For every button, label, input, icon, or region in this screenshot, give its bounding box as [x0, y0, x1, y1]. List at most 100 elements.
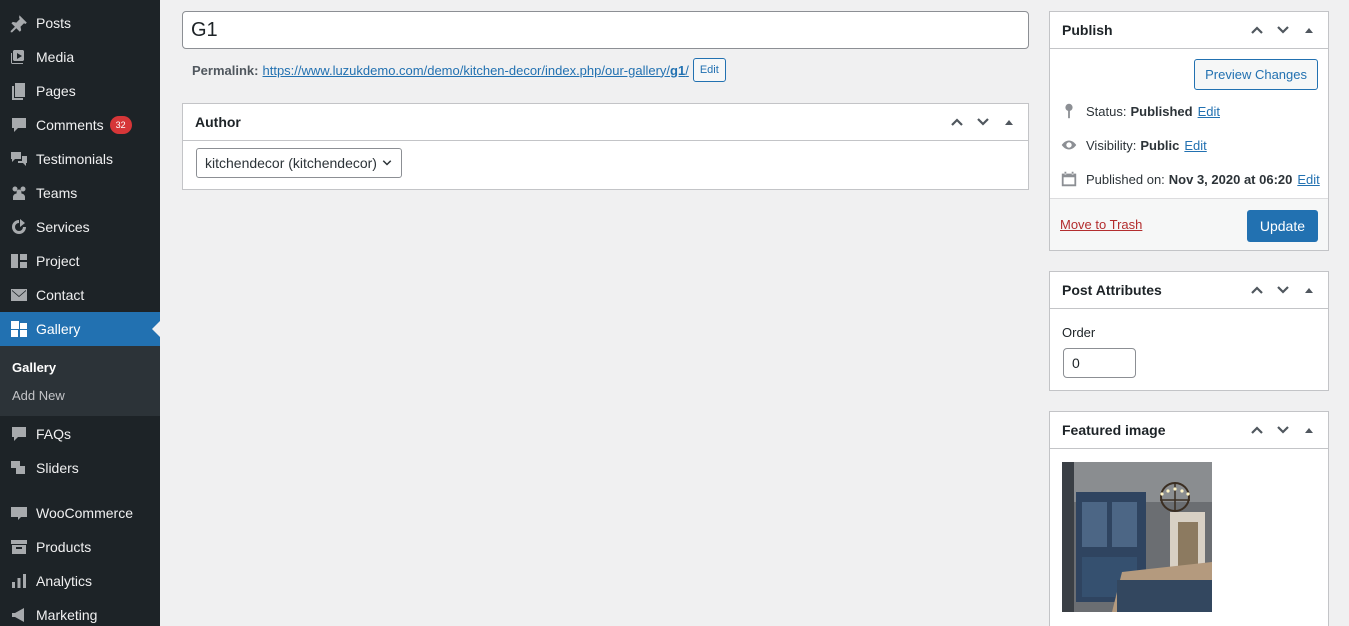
menu-label: Contact	[36, 287, 85, 303]
menu-item-contact[interactable]: Contact	[0, 278, 160, 312]
menu-item-testimonials[interactable]: Testimonials	[0, 142, 160, 176]
move-down-button[interactable]	[1270, 12, 1296, 48]
post-attributes-metabox: Post Attributes Order 0	[1049, 271, 1329, 391]
triangle-up-icon	[1005, 120, 1013, 125]
move-up-button[interactable]	[1244, 272, 1270, 308]
menu-label: Sliders	[36, 460, 79, 476]
triangle-up-icon	[1305, 428, 1313, 433]
calendar-icon	[1060, 170, 1086, 188]
megaphone-icon	[0, 605, 36, 625]
menu-label: Project	[36, 253, 80, 269]
menu-item-woocommerce[interactable]: WooCommerce	[0, 496, 160, 530]
move-down-button[interactable]	[1270, 272, 1296, 308]
permalink-url: https://www.luzukdemo.com/demo/kitchen-d…	[262, 62, 671, 78]
visibility-label: Visibility:	[1086, 137, 1137, 153]
menu-item-faqs[interactable]: FAQs	[0, 417, 160, 451]
menu-item-posts[interactable]: Posts	[0, 6, 160, 40]
move-down-button[interactable]	[970, 104, 996, 140]
visibility-edit-link[interactable]: Edit	[1184, 138, 1206, 153]
menu-item-comments[interactable]: Comments 32	[0, 108, 160, 142]
menu-label: Media	[36, 49, 75, 65]
move-up-button[interactable]	[944, 104, 970, 140]
publish-metabox-title: Publish	[1062, 22, 1113, 38]
faq-icon	[0, 424, 36, 444]
menu-label: Services	[36, 219, 90, 235]
email-icon	[0, 285, 36, 305]
featured-image-header: Featured image	[1050, 412, 1328, 449]
menu-item-products[interactable]: Products	[0, 530, 160, 564]
permalink-link[interactable]: https://www.luzukdemo.com/demo/kitchen-d…	[262, 63, 688, 78]
move-up-button[interactable]	[1244, 412, 1270, 448]
menu-item-project[interactable]: Project	[0, 244, 160, 278]
author-select-value: kitchendecor (kitchendecor)	[205, 155, 377, 171]
sliders-icon	[0, 458, 36, 478]
published-on-value: Nov 3, 2020 at 06:20	[1168, 171, 1293, 187]
preview-changes-button[interactable]: Preview Changes	[1194, 59, 1318, 90]
services-icon	[0, 217, 36, 237]
teams-icon	[0, 183, 36, 203]
menu-item-pages[interactable]: Pages	[0, 74, 160, 108]
publish-actions: Move to Trash Update	[1050, 198, 1328, 250]
toggle-panel-button[interactable]	[1296, 412, 1322, 448]
toggle-panel-button[interactable]	[996, 104, 1022, 140]
status-edit-link[interactable]: Edit	[1198, 104, 1220, 119]
published-on-edit-link[interactable]: Edit	[1297, 172, 1319, 187]
visibility-row: Visibility: Public Edit	[1060, 135, 1207, 155]
gallery-submenu: Gallery Add New	[0, 346, 160, 416]
chevron-up-icon	[1251, 26, 1263, 34]
update-button[interactable]: Update	[1246, 210, 1318, 242]
testimonials-icon	[0, 149, 36, 169]
triangle-up-icon	[1305, 288, 1313, 293]
permalink-row: Permalink: https://www.luzukdemo.com/dem…	[192, 58, 726, 82]
menu-item-teams[interactable]: Teams	[0, 176, 160, 210]
menu-label: Products	[36, 539, 92, 555]
post-attributes-title: Post Attributes	[1062, 282, 1162, 298]
chevron-down-icon	[1277, 26, 1289, 34]
menu-item-sliders[interactable]: Sliders	[0, 451, 160, 485]
move-up-button[interactable]	[1244, 12, 1270, 48]
woocommerce-icon	[0, 503, 36, 523]
menu-label: Testimonials	[36, 151, 114, 167]
pin-icon	[1060, 102, 1086, 120]
move-down-button[interactable]	[1270, 412, 1296, 448]
permalink-edit-button[interactable]: Edit	[692, 58, 726, 82]
pushpin-icon	[0, 13, 36, 33]
toggle-panel-button[interactable]	[1296, 12, 1322, 48]
author-select[interactable]: kitchendecor (kitchendecor)	[196, 148, 402, 178]
author-metabox-title: Author	[195, 114, 241, 130]
chart-bar-icon	[0, 571, 36, 591]
toggle-panel-button[interactable]	[1296, 272, 1322, 308]
featured-image-title: Featured image	[1062, 422, 1166, 438]
visibility-value: Public	[1140, 137, 1180, 153]
menu-item-analytics[interactable]: Analytics	[0, 564, 160, 598]
menu-item-services[interactable]: Services	[0, 210, 160, 244]
move-to-trash-link[interactable]: Move to Trash	[1060, 217, 1142, 232]
media-icon	[0, 47, 36, 67]
order-input[interactable]: 0	[1063, 348, 1136, 378]
menu-label: WooCommerce	[36, 505, 133, 521]
status-label: Status:	[1086, 103, 1127, 119]
submenu-item-add-new[interactable]: Add New	[12, 388, 65, 403]
project-icon	[0, 251, 36, 271]
menu-label: FAQs	[36, 426, 72, 442]
menu-item-media[interactable]: Media	[0, 40, 160, 74]
menu-label: Analytics	[36, 573, 93, 589]
gallery-icon	[0, 319, 36, 339]
featured-image-thumbnail[interactable]	[1062, 462, 1212, 612]
chevron-up-icon	[951, 118, 963, 126]
featured-image-metabox: Featured image	[1049, 411, 1329, 626]
permalink-label: Permalink:	[192, 62, 259, 78]
publish-metabox-header: Publish	[1050, 12, 1328, 49]
menu-item-gallery[interactable]: Gallery	[0, 312, 160, 346]
status-value: Published	[1130, 103, 1193, 119]
post-attributes-header: Post Attributes	[1050, 272, 1328, 309]
chevron-down-icon	[1277, 426, 1289, 434]
post-title-input[interactable]: G1	[182, 11, 1029, 49]
submenu-item-gallery[interactable]: Gallery	[12, 360, 56, 375]
order-label: Order	[1062, 325, 1096, 340]
published-on-label: Published on:	[1086, 171, 1165, 187]
menu-item-marketing[interactable]: Marketing	[0, 598, 160, 626]
archive-icon	[0, 537, 36, 557]
triangle-up-icon	[1305, 28, 1313, 33]
comments-icon	[0, 115, 36, 135]
